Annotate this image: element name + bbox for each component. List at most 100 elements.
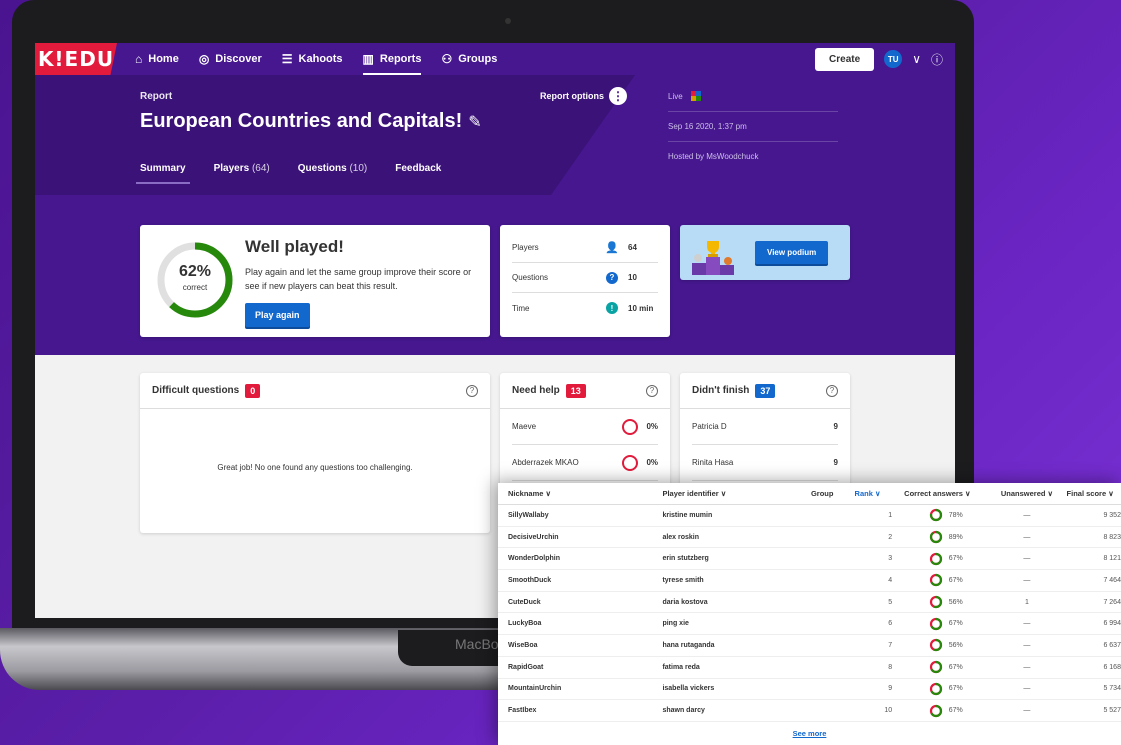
help-icon[interactable]: ? — [646, 384, 658, 397]
bar-chart-icon: ▥ — [362, 52, 374, 66]
card-header: Didn't finish 37? — [680, 373, 850, 409]
cell-rank: 4 — [888, 576, 893, 584]
card-title: Didn't finish — [692, 385, 750, 396]
cell-rank: 10 — [884, 707, 893, 715]
table-row[interactable]: WiseBoa hana rutaganda 7 56% — 6 637 — [498, 635, 1121, 657]
list-item[interactable]: Rinita Hasa 9 — [692, 445, 838, 481]
chevron-down-icon[interactable]: ∨ — [912, 52, 921, 66]
cell-nickname: FastIbex — [508, 707, 537, 715]
table-row[interactable]: WonderDolphin erin stutzberg 3 67% — 8 121 — [498, 548, 1121, 571]
tab-label: Summary — [140, 163, 186, 174]
nav-item-home[interactable]: ⌂ Home — [135, 43, 179, 75]
cell-final-score: 7 264 — [1103, 598, 1121, 606]
cell-nickname: RapidGoat — [508, 663, 544, 671]
trophy-podium-icon — [692, 241, 734, 275]
host-meta: Hosted by MsWoodchuck — [668, 141, 838, 161]
cell-correct-answers: 78% — [904, 508, 987, 522]
pencil-icon[interactable]: ✎ — [468, 114, 481, 131]
header-rank[interactable]: Rank ∨ — [853, 489, 905, 498]
count-badge: 13 — [565, 383, 586, 398]
cell-correct-answers: 67% — [904, 704, 987, 718]
player-name: Rinita Hasa — [692, 458, 734, 467]
cell-unanswered: — — [1023, 641, 1031, 649]
stat-value: 64 — [628, 243, 637, 252]
cell-correct-answers: 56% — [904, 595, 987, 609]
tab-count: (10) — [349, 163, 368, 174]
see-more-link[interactable]: See more — [498, 729, 1121, 738]
cell-rank: 7 — [888, 641, 893, 649]
avatar[interactable]: TU — [884, 50, 903, 68]
correct-ring-icon — [929, 639, 942, 652]
cell-unanswered: — — [1023, 511, 1031, 519]
table-row[interactable]: CuteDuck daria kostova 5 56% 1 7 264 — [498, 592, 1121, 614]
cell-correct-answers: 67% — [904, 617, 987, 631]
header-player-identifier[interactable]: Player identifier ∨ — [662, 489, 811, 498]
card-title: Difficult questions — [152, 385, 240, 396]
help-icon[interactable]: ? — [826, 384, 838, 397]
cell-final-score: 6 994 — [1103, 620, 1121, 628]
logo[interactable]: K!EDU — [35, 43, 117, 75]
view-podium-button[interactable]: View podium — [755, 241, 829, 264]
cell-player-identifier: daria kostova — [662, 598, 708, 606]
list-item[interactable]: Maeve 0% — [512, 409, 658, 445]
nav-item-discover[interactable]: ◎ Discover — [199, 43, 262, 75]
cell-correct-answers: 67% — [904, 682, 987, 696]
cell-player-identifier: fatima reda — [662, 663, 700, 671]
create-button[interactable]: Create — [815, 47, 875, 71]
correct-ring-icon — [929, 704, 942, 717]
tab-feedback[interactable]: Feedback — [395, 163, 441, 184]
cell-player-identifier: ping xie — [662, 620, 689, 628]
tab-questions[interactable]: Questions (10) — [298, 163, 367, 184]
header-group[interactable]: Group — [811, 489, 853, 498]
live-meta: Live — [668, 91, 838, 101]
table-row[interactable]: DecisiveUrchin alex roskin 2 89% — 8 823 — [498, 527, 1121, 549]
nav-item-groups[interactable]: ⚇ Groups — [441, 43, 497, 75]
correct-percent: 67% — [948, 576, 963, 584]
tab-summary[interactable]: Summary — [136, 163, 190, 184]
kahoot-shapes-icon — [690, 91, 701, 101]
player-value: 9 — [833, 422, 838, 431]
live-label: Live — [668, 91, 683, 101]
cell-rank: 5 — [888, 598, 893, 606]
info-icon[interactable]: ⓘ — [931, 51, 943, 68]
nav-item-label: Kahoots — [298, 53, 343, 65]
list-item[interactable]: Patricia D 9 — [692, 409, 838, 445]
cell-unanswered: — — [1023, 555, 1031, 563]
table-row[interactable]: RapidGoat fatima reda 8 67% — 6 168 — [498, 657, 1121, 679]
report-header: Report European Countries and Capitals! ✎… — [35, 75, 955, 195]
summary-band: 62% correct Well played! Play again and … — [35, 195, 955, 355]
table-body: SillyWallaby kristine mumin 1 78% —9 352 Deci… — [498, 505, 1121, 722]
tab-players[interactable]: Players (64) — [214, 163, 270, 184]
table-row[interactable]: SmoothDuck tyrese smith 4 67% — 7 464 — [498, 570, 1121, 592]
cell-rank: 8 — [888, 663, 893, 671]
header-nickname[interactable]: Nickname ∨ — [508, 489, 662, 498]
cell-final-score: 5 734 — [1103, 685, 1121, 693]
nav-item-reports[interactable]: ▥ Reports — [362, 43, 421, 75]
score-sub: correct — [182, 283, 208, 292]
table-row[interactable]: LuckyBoa ping xie 6 67% — 6 994 — [498, 613, 1121, 636]
table-row[interactable]: MountainUrchin isabella vickers 9 67% — 5 734 — [498, 679, 1121, 701]
page-title: European Countries and Capitals! ✎ — [140, 110, 482, 133]
well-played-text: Play again and let the same group improv… — [245, 267, 472, 291]
table-row[interactable]: SillyWallaby kristine mumin 1 78% — 9 352 — [498, 505, 1121, 527]
top-nav: K!EDU ⌂ Home ◎ Discover ☰ Kahoots ▥ Reports … — [35, 43, 955, 75]
compass-icon: ◎ — [198, 52, 210, 66]
stat-row-players: Players 👤 64 — [512, 233, 658, 263]
card-title: Need help — [512, 385, 560, 396]
player-value: 0% — [646, 458, 658, 467]
nav-right: Create TU ∨ ⓘ — [815, 47, 943, 71]
correct-percent: 67% — [948, 663, 963, 671]
cell-rank: 9 — [888, 685, 893, 693]
nav-items: ⌂ Home ◎ Discover ☰ Kahoots ▥ Reports ⚇ Group… — [135, 43, 497, 75]
header-correct-answers[interactable]: Correct answers ∨ — [904, 489, 987, 498]
help-icon[interactable]: ? — [466, 384, 478, 397]
header-final-score[interactable]: Final score ∨ — [1067, 489, 1121, 498]
nav-item-kahoots[interactable]: ☰ Kahoots — [282, 43, 343, 75]
stats-card: Players 👤 64 Questions? 10 Time! 10 min — [500, 225, 670, 337]
cell-nickname: SillyWallaby — [508, 511, 549, 519]
table-row[interactable]: FastIbex shawn darcy 10 67% — 5 527 — [498, 700, 1121, 722]
header-unanswered[interactable]: Unanswered ∨ — [987, 489, 1066, 498]
list-item[interactable]: Abderrazek MKAO 0% — [512, 445, 658, 481]
report-options-button[interactable]: Report options ⋮ — [540, 87, 627, 105]
play-again-button[interactable]: Play again — [245, 303, 310, 327]
